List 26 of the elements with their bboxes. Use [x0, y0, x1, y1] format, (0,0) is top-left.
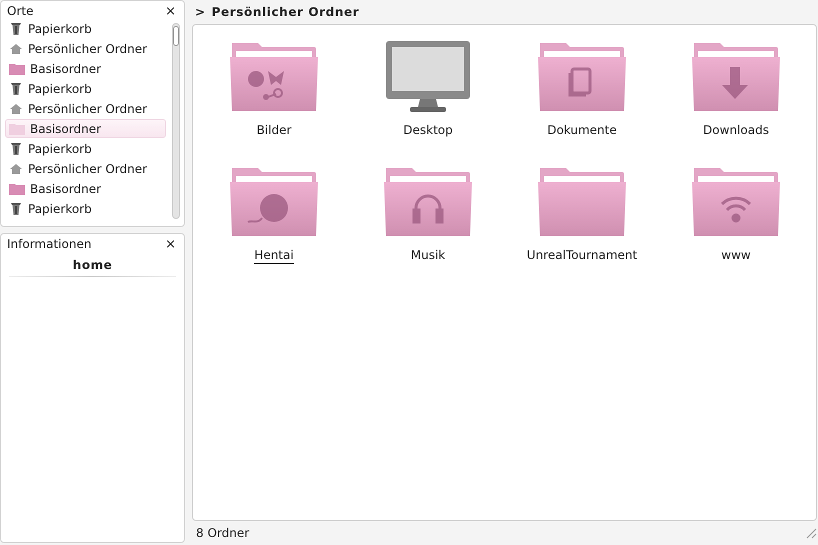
file-name[interactable]: Dokumente: [547, 123, 617, 139]
folder-name: home: [72, 257, 114, 274]
place-item[interactable]: Papierkorb: [5, 79, 166, 98]
close-button[interactable]: ×: [165, 238, 176, 250]
file-name[interactable]: Desktop: [403, 123, 453, 139]
close-button[interactable]: ×: [165, 4, 176, 18]
file-name[interactable]: UnrealTournament: [526, 248, 638, 264]
status-text: 8 Ordner: [196, 526, 250, 540]
place-item[interactable]: Basisordner: [5, 59, 166, 78]
place-item[interactable]: Basisordner: [5, 179, 166, 198]
panel-title: Orte: [7, 4, 34, 18]
place-item[interactable]: Papierkorb: [5, 139, 166, 158]
file-name[interactable]: Bilder: [256, 123, 292, 139]
place-item[interactable]: Papierkorb: [5, 199, 166, 218]
panel-title: Informationen: [7, 237, 92, 251]
place-item[interactable]: Papierkorb: [5, 19, 166, 38]
file-name[interactable]: Downloads: [703, 123, 769, 139]
file-name[interactable]: Musik: [410, 248, 446, 264]
place-item[interactable]: Persönlicher Ordner: [5, 99, 166, 118]
breadcrumb-item[interactable]: Persönlicher Ordner: [212, 5, 360, 19]
place-item[interactable]: Persönlicher Ordner: [5, 159, 166, 178]
file-name[interactable]: www: [721, 248, 751, 264]
file-name[interactable]: Hentai: [254, 248, 294, 264]
breadcrumb-arrow[interactable]: >: [195, 5, 206, 19]
place-item[interactable]: Basisordner: [5, 119, 166, 138]
place-item[interactable]: Persönlicher Ordner: [5, 39, 166, 58]
